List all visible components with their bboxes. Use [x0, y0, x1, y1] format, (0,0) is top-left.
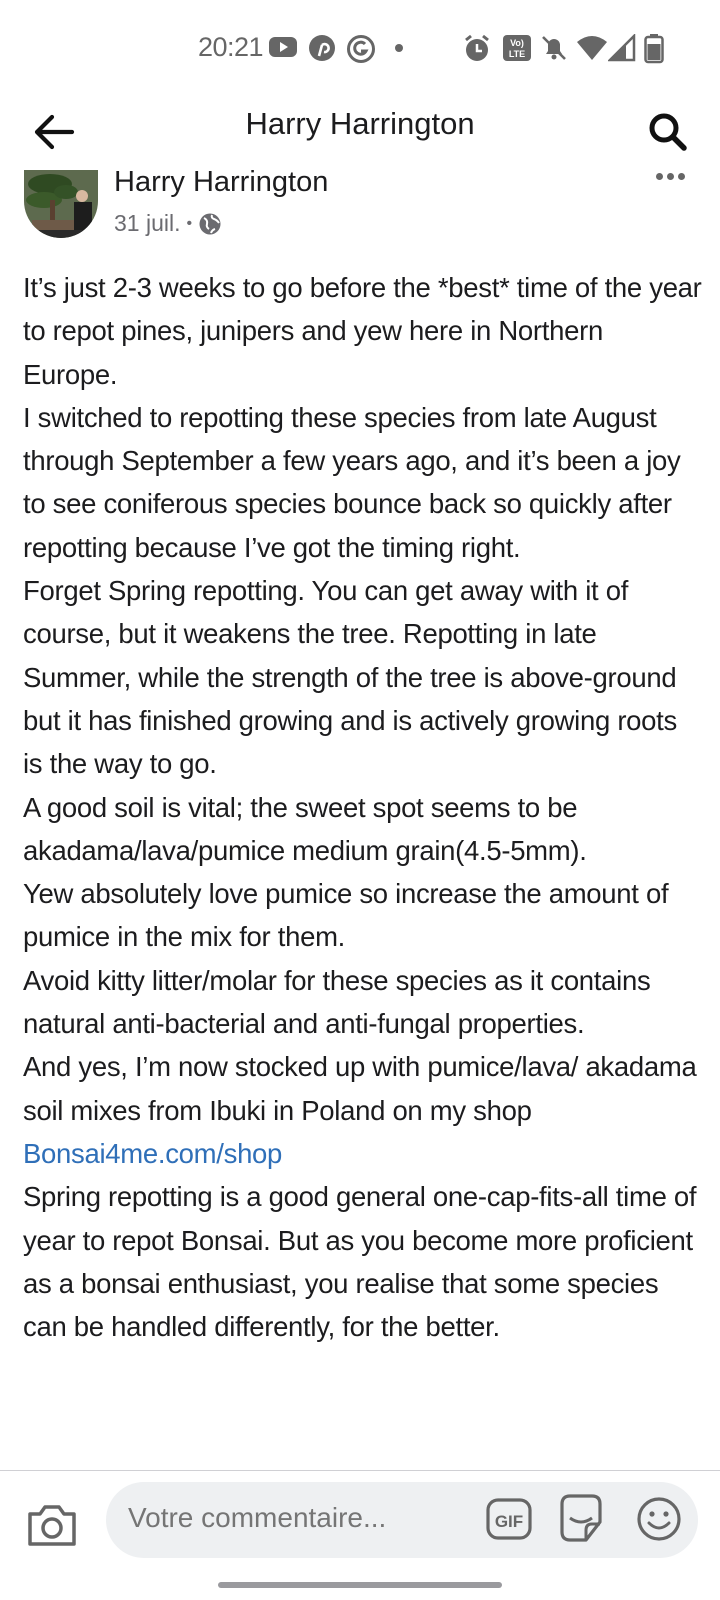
status-time: 20:21 — [198, 32, 264, 62]
sticker-icon — [560, 1494, 602, 1542]
app-header: Harry Harrington — [0, 96, 720, 172]
dot-icon — [395, 44, 403, 52]
signal-icon — [608, 34, 636, 62]
more-dot — [677, 172, 685, 180]
post-paragraph: And yes, I’m now stocked up with pumice/… — [23, 1051, 697, 1126]
home-indicator[interactable] — [218, 1582, 502, 1588]
volte-icon: Vo)LTE — [503, 35, 531, 61]
post-paragraph: It’s just 2-3 weeks to go before the *be… — [23, 272, 702, 390]
meta-separator: • — [186, 214, 193, 232]
youtube-icon — [269, 37, 297, 57]
more-dot — [655, 172, 663, 180]
post-paragraph: Forget Spring repotting. You can get awa… — [23, 575, 677, 780]
shop-link[interactable]: Bonsai4me.com/shop — [23, 1138, 282, 1169]
wifi-icon — [577, 36, 607, 60]
post-paragraph: Yew absolutely love pumice so increase t… — [23, 878, 669, 953]
post-paragraph: A good soil is vital; the sweet spot see… — [23, 791, 587, 866]
more-options-button[interactable] — [650, 164, 690, 188]
avatar-image — [24, 170, 98, 238]
camera-icon — [28, 1505, 76, 1546]
divider — [0, 1470, 720, 1471]
page-title: Harry Harrington — [245, 106, 475, 141]
emoji-button[interactable] — [636, 1496, 682, 1542]
post-paragraph: I switched to repotting these species fr… — [23, 401, 681, 563]
status-bar: 20:21 Vo) LTE — [0, 0, 720, 96]
post-meta: 31 juil. • — [114, 210, 222, 237]
post-paragraph: Spring repotting is a good general one-c… — [23, 1181, 697, 1343]
avatar[interactable] — [24, 170, 98, 238]
search-icon — [649, 113, 687, 151]
post-body: It’s just 2-3 weeks to go before the *be… — [23, 266, 703, 1348]
sticker-button[interactable] — [558, 1494, 604, 1542]
post-date[interactable]: 31 juil. — [114, 210, 180, 237]
alarm-icon — [465, 34, 489, 61]
post-link-line: Bonsai4me.com/shop — [23, 1132, 703, 1175]
mute-icon — [542, 36, 566, 60]
post-paragraph: Avoid kitty litter/molar for these speci… — [23, 964, 651, 1040]
svg-text:LTE: LTE — [509, 49, 525, 59]
comment-box: GIF — [106, 1482, 698, 1558]
emoji-icon — [637, 1497, 681, 1541]
camera-button[interactable] — [26, 1500, 78, 1548]
battery-icon — [644, 34, 664, 64]
globe-icon — [199, 213, 221, 234]
comment-input[interactable] — [128, 1502, 448, 1534]
more-dot — [666, 172, 674, 180]
pinterest-icon — [309, 35, 335, 61]
circle-g-icon — [347, 35, 375, 63]
svg-text:Vo): Vo) — [510, 38, 524, 48]
gif-icon: GIF — [486, 1498, 532, 1540]
search-button[interactable] — [640, 104, 696, 160]
gif-button[interactable]: GIF — [486, 1498, 532, 1540]
post-author[interactable]: Harry Harrington — [114, 166, 328, 199]
gif-label: GIF — [495, 1512, 523, 1531]
